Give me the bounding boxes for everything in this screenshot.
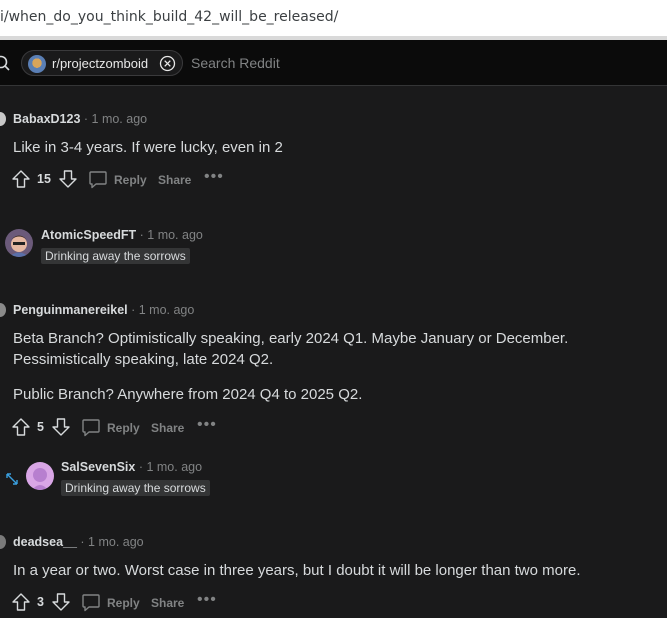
user-flair: Drinking away the sorrows — [41, 248, 190, 264]
comment-author[interactable]: BabaxD123 — [13, 112, 80, 126]
downvote-icon[interactable] — [51, 592, 71, 612]
upvote-icon[interactable] — [11, 417, 31, 437]
comment-body: In a year or two. Worst case in three ye… — [13, 560, 661, 581]
comment-actions: 5 Reply Share ••• — [11, 416, 241, 439]
reply-icon[interactable] — [88, 170, 108, 189]
more-options-icon[interactable]: ••• — [197, 591, 217, 609]
user-flair: Drinking away the sorrows — [61, 480, 210, 496]
vote-count: 3 — [37, 595, 44, 609]
avatar[interactable] — [26, 462, 54, 490]
vote-count: 5 — [37, 420, 44, 434]
search-icon[interactable] — [0, 55, 10, 71]
reply-icon[interactable] — [81, 418, 101, 437]
subreddit-filter-chip[interactable]: r/projectzomboid — [21, 50, 183, 76]
subreddit-name: r/projectzomboid — [52, 56, 149, 71]
comment-meta: BabaxD123 · 1 mo. ago — [13, 112, 148, 126]
downvote-icon[interactable] — [51, 417, 71, 437]
comment-meta: SalSevenSix · 1 mo. ago — [61, 460, 203, 474]
expand-icon[interactable] — [5, 472, 19, 486]
reply-button[interactable]: Reply — [107, 421, 140, 435]
comment-paragraph: In a year or two. Worst case in three ye… — [13, 562, 581, 579]
more-options-icon[interactable]: ••• — [204, 168, 224, 186]
more-options-icon[interactable]: ••• — [197, 416, 217, 434]
comment-time[interactable]: 1 mo. ago — [88, 535, 144, 549]
comment-time[interactable]: 1 mo. ago — [146, 460, 202, 474]
close-icon[interactable] — [159, 55, 176, 72]
comment-meta: AtomicSpeedFT · 1 mo. ago — [41, 228, 203, 242]
comment-author[interactable]: Penguinmanereikel — [13, 303, 128, 317]
avatar[interactable] — [5, 229, 33, 257]
reddit-header: r/projectzomboid Search Reddit — [0, 40, 667, 86]
avatar[interactable] — [0, 303, 6, 317]
comment-meta: Penguinmanereikel · 1 mo. ago — [13, 303, 195, 317]
avatar[interactable] — [0, 112, 6, 126]
comment-body: Like in 3-4 years. If were lucky, even i… — [13, 137, 653, 158]
comment-body: Beta Branch? Optimistically speaking, ea… — [13, 328, 661, 405]
browser-url-bar[interactable]: i/when_do_you_think_build_42_will_be_rel… — [0, 0, 667, 36]
url-text[interactable]: i/when_do_you_think_build_42_will_be_rel… — [0, 9, 338, 25]
comment-paragraph: Like in 3-4 years. If were lucky, even i… — [13, 139, 283, 156]
reply-icon[interactable] — [81, 593, 101, 612]
search-input[interactable]: Search Reddit — [191, 55, 280, 71]
downvote-icon[interactable] — [58, 169, 78, 189]
share-button[interactable]: Share — [151, 596, 184, 610]
reply-button[interactable]: Reply — [114, 173, 147, 187]
comment-paragraph: Beta Branch? Optimistically speaking, ea… — [13, 330, 569, 368]
comment-actions: 15 Reply Share ••• — [11, 168, 251, 191]
comment-meta: deadsea__ · 1 mo. ago — [13, 535, 144, 549]
upvote-icon[interactable] — [11, 592, 31, 612]
comment-author[interactable]: AtomicSpeedFT — [41, 228, 136, 242]
reply-button[interactable]: Reply — [107, 596, 140, 610]
comment-time[interactable]: 1 mo. ago — [139, 303, 195, 317]
share-button[interactable]: Share — [151, 421, 184, 435]
comment-author[interactable]: SalSevenSix — [61, 460, 135, 474]
comment-paragraph: Public Branch? Anywhere from 2024 Q4 to … — [13, 386, 363, 403]
comment-time[interactable]: 1 mo. ago — [147, 228, 203, 242]
share-button[interactable]: Share — [158, 173, 191, 187]
comment-actions: 3 Reply Share ••• — [11, 591, 241, 614]
comment-author[interactable]: deadsea__ — [13, 535, 77, 549]
subreddit-icon — [28, 55, 46, 73]
comment-time[interactable]: 1 mo. ago — [92, 112, 148, 126]
vote-count: 15 — [37, 172, 51, 186]
upvote-icon[interactable] — [11, 169, 31, 189]
avatar[interactable] — [0, 535, 6, 549]
